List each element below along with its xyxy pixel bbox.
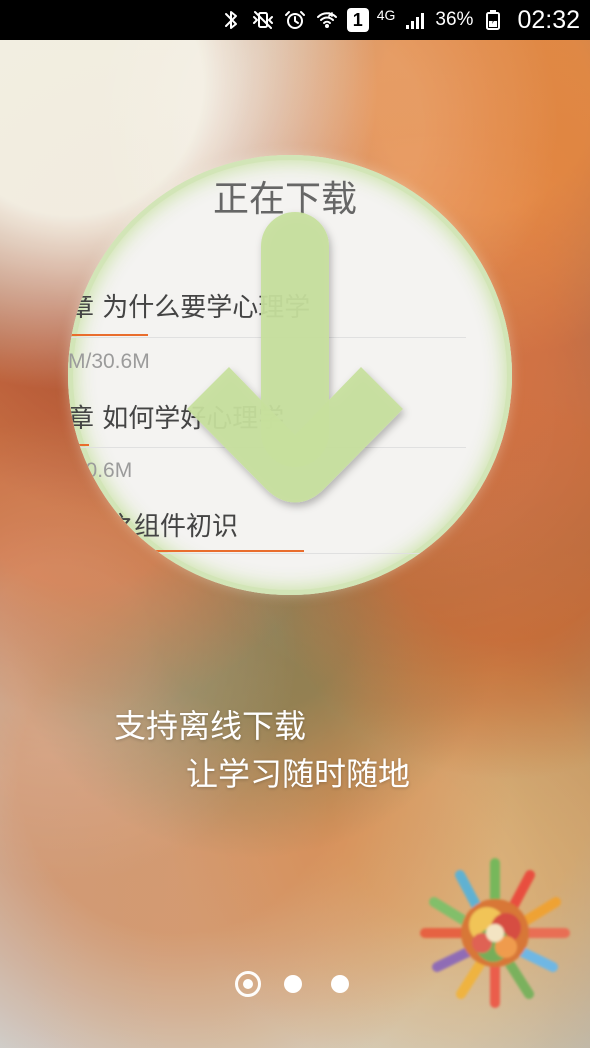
signal-icon (403, 8, 427, 32)
download-item-2-size: /30.6M (68, 459, 133, 482)
page-indicator-dot-3[interactable] (331, 975, 349, 993)
bluetooth-icon (219, 8, 243, 32)
vibrate-icon (251, 8, 275, 32)
download-item-1-title: 章 为什么要学心理学 (68, 293, 311, 323)
alarm-clock-icon (283, 8, 307, 32)
download-item-3-progress-fill (68, 550, 304, 552)
download-item-1-divider (68, 337, 466, 338)
download-item-2-progress-fill (68, 444, 90, 446)
download-item-1-progress (68, 334, 246, 336)
promo-line-2: 让学习随时随地 (186, 755, 411, 793)
download-item-3-divider (68, 553, 466, 554)
promo-line-1: 支持离线下载 (114, 707, 307, 745)
downloading-title: 正在下载 (213, 179, 358, 220)
battery-icon (481, 8, 505, 32)
wifi-icon (315, 8, 339, 32)
download-item-3-title: 之组件初识 (108, 512, 239, 542)
status-icons: 1 4G 36% 02:32 (219, 0, 580, 40)
download-arrow-icon (187, 212, 403, 503)
download-preview-circle: 正在下载 章 为什么要学心理学 M/30.6M 章 如何学好心理学 /30.6M… (68, 155, 512, 595)
download-item-2-divider (68, 447, 466, 448)
download-item-3-progress (68, 550, 374, 552)
network-type-label: 4G (376, 7, 396, 23)
download-item-2-title: 章 如何学好心理学 (68, 404, 285, 434)
colorful-starburst-logo (420, 858, 570, 1008)
battery-percentage: 36% (435, 9, 474, 30)
download-preview: 正在下载 章 为什么要学心理学 M/30.6M 章 如何学好心理学 /30.6M… (68, 155, 512, 595)
page-indicator-dot-1[interactable] (235, 971, 261, 997)
download-item-1-size: M/30.6M (68, 350, 150, 373)
status-bar: 1 4G 36% 02:32 (0, 0, 590, 40)
sim-slot-indicator: 1 (346, 8, 369, 32)
status-time: 02:32 (517, 5, 580, 34)
page-indicator-dot-2[interactable] (284, 975, 302, 993)
download-item-1-progress-fill (68, 334, 149, 336)
download-item-2-progress (68, 444, 160, 446)
status-bar-left-space (0, 0, 180, 40)
